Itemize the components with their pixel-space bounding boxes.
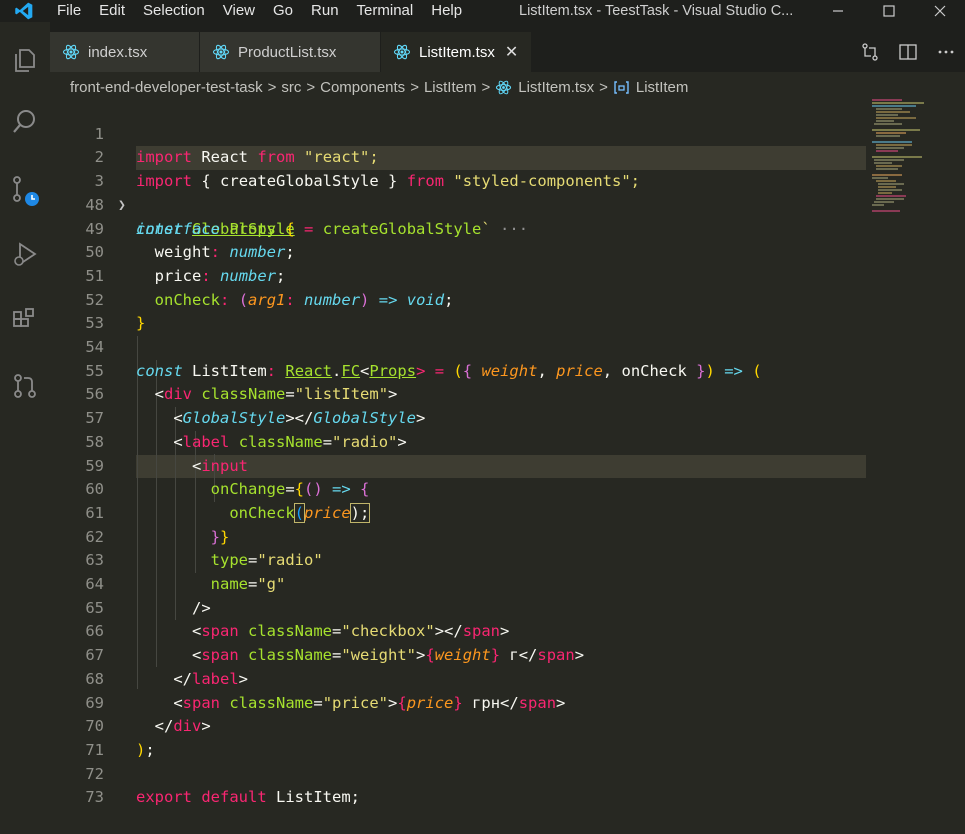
menu-go[interactable]: Go: [264, 0, 302, 22]
code-line: 72 export default ListItem;: [50, 739, 870, 807]
code-line: 62 type="radio": [50, 502, 870, 570]
code-line: 2 import { createGlobalStyle } from "sty…: [50, 123, 870, 190]
source-control-icon[interactable]: [5, 170, 45, 210]
code-line: 73: [50, 763, 870, 806]
code-line: 68 <span className="price">{price} грн</…: [50, 644, 870, 712]
code-line: 52 }: [50, 265, 870, 333]
symbol-variable-icon: [613, 79, 630, 96]
window-title: ListItem.tsx - TeestTask - Visual Studio…: [519, 3, 794, 19]
code-line: 61 }}: [50, 478, 870, 546]
minimize-icon: [832, 10, 843, 12]
code-line: 1 import React from "react";: [50, 99, 870, 167]
react-icon: [62, 43, 80, 61]
react-icon: [495, 79, 512, 96]
menu-terminal[interactable]: Terminal: [348, 0, 423, 22]
menu-view[interactable]: View: [214, 0, 264, 22]
run-debug-icon[interactable]: [5, 234, 45, 274]
vscode-logo-icon: [0, 0, 48, 22]
code-line: 56 <GlobalStyle></GlobalStyle>: [50, 360, 870, 427]
code-line: 3 ❯ const GlobalStyle = createGlobalStyl…: [50, 146, 870, 237]
tab-label: ListItem.tsx: [419, 43, 495, 61]
code-line: 49 weight: number;: [50, 194, 870, 262]
tab-listitem[interactable]: ListItem.tsx ✕: [381, 32, 531, 72]
code-line: 64 />: [50, 549, 870, 617]
breadcrumb-item[interactable]: front-end-developer-test-task: [70, 79, 263, 96]
breadcrumb-item[interactable]: ListItem.tsx: [518, 79, 594, 96]
menu-run[interactable]: Run: [302, 0, 348, 22]
code-line: 67 </label>: [50, 620, 870, 688]
title-bar: File Edit Selection View Go Run Terminal…: [0, 0, 965, 22]
react-icon: [393, 43, 411, 61]
line-number: 73: [85, 788, 104, 807]
menu-help[interactable]: Help: [422, 0, 471, 22]
menu-file[interactable]: File: [48, 0, 90, 22]
close-window-button[interactable]: [914, 0, 965, 22]
breadcrumb-item[interactable]: src: [281, 79, 301, 96]
chevron-right-icon: >: [481, 78, 491, 96]
code-line: 65 <span className="checkbox"></span>: [50, 573, 870, 641]
code-line: 54 const ListItem: React.FC<Props> = ({ …: [50, 312, 870, 380]
code-line: 60 onCheck(price);: [50, 455, 870, 523]
explorer-icon[interactable]: [5, 40, 45, 80]
chevron-right-icon: >: [306, 78, 316, 96]
code-line: 51 onCheck: (arg1: number) => void;: [50, 241, 870, 309]
tab-label: ProductList.tsx: [238, 43, 337, 61]
chevron-right-icon: >: [410, 78, 419, 96]
code-line: 66 <span className="weight">{weight} г</…: [50, 597, 870, 664]
chevron-right-icon: >: [599, 78, 608, 96]
split-editor-icon[interactable]: [889, 32, 927, 72]
minimap[interactable]: [870, 99, 965, 787]
react-icon: [212, 43, 230, 61]
code-line: 69 </div>: [50, 668, 870, 736]
compare-changes-icon[interactable]: [851, 32, 889, 72]
tab-label: index.tsx: [88, 43, 148, 61]
code-editor[interactable]: 1 import React from "react"; 2 import { …: [50, 99, 870, 807]
pull-request-icon[interactable]: [5, 366, 45, 406]
code-line: 53: [50, 289, 870, 332]
close-tab-icon[interactable]: ✕: [505, 42, 518, 62]
menu-selection[interactable]: Selection: [134, 0, 214, 22]
menu-edit[interactable]: Edit: [90, 0, 134, 22]
token: export: [136, 788, 192, 807]
code-line: 48 interface Props {: [50, 170, 870, 238]
tab-productlist[interactable]: ProductList.tsx: [200, 32, 380, 72]
code-line: 70 );: [50, 692, 870, 759]
menu-bar: File Edit Selection View Go Run Terminal…: [48, 0, 471, 22]
code-line: 55 <div className="listItem">: [50, 336, 870, 404]
close-icon: [934, 5, 945, 17]
breadcrumb-item[interactable]: ListItem: [636, 79, 689, 96]
code-line: 59 onChange={() => {: [50, 431, 870, 499]
code-line: 57 <label className="radio">: [50, 383, 870, 451]
editor-tabs: index.tsx ProductList.tsx ListItem.tsx ✕: [50, 22, 965, 72]
search-icon[interactable]: [5, 102, 45, 142]
extensions-icon[interactable]: [5, 300, 45, 340]
code-line: 63 name="g": [50, 526, 870, 593]
activity-bar: [0, 22, 50, 787]
breadcrumb-item[interactable]: ListItem: [424, 79, 477, 96]
tab-index[interactable]: index.tsx: [50, 32, 199, 72]
breadcrumb-item[interactable]: Components: [320, 79, 405, 96]
minimize-button[interactable]: [812, 0, 863, 22]
token: ListItem;: [276, 788, 361, 807]
maximize-icon: [882, 5, 895, 17]
code-line: 58 <input: [50, 407, 870, 475]
breadcrumb: front-end-developer-test-task > src > Comp…: [70, 74, 688, 100]
chevron-right-icon: >: [267, 78, 277, 96]
more-actions-icon[interactable]: [927, 32, 965, 72]
token: default: [201, 788, 267, 807]
maximize-button[interactable]: [863, 0, 914, 22]
code-line: 50 price: number;: [50, 218, 870, 285]
code-line: 71: [50, 715, 870, 759]
